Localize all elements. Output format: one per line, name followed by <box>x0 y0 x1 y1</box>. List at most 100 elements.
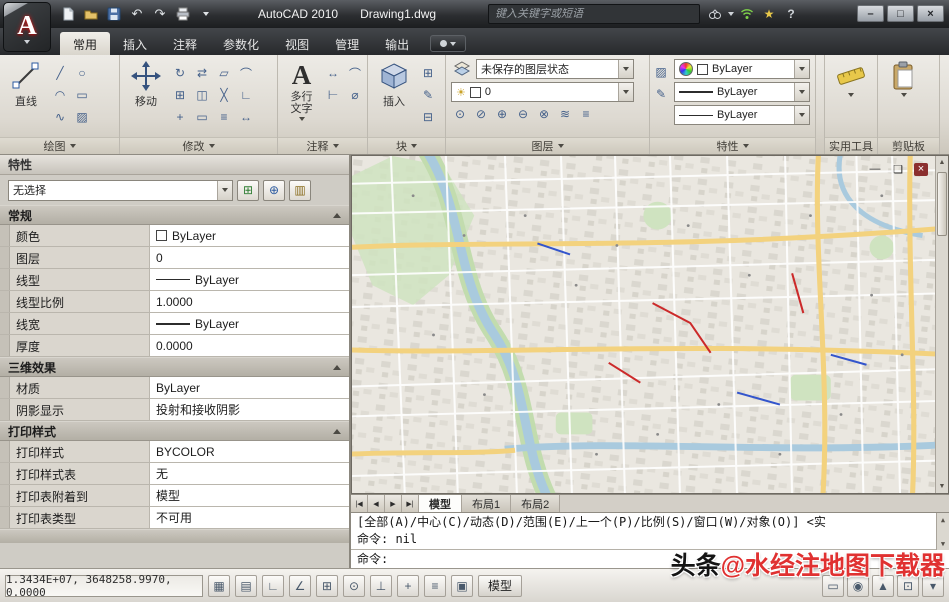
property-value[interactable]: ByLayer <box>150 377 349 398</box>
array-tool-button[interactable]: ⊞ <box>170 85 190 105</box>
status-menu-button[interactable]: ▾ <box>922 575 944 597</box>
layer-walk-button[interactable]: ≡ <box>577 105 595 123</box>
arc-tool-button[interactable]: ◠ <box>50 85 70 105</box>
select-objects-button[interactable]: ⊕ <box>263 180 285 201</box>
ducs-toggle[interactable]: ⊥ <box>370 575 392 597</box>
redo-button[interactable]: ↷ <box>150 5 170 23</box>
object-color-combo[interactable]: ByLayer <box>674 59 810 79</box>
layer-isolate-button[interactable]: ⊙ <box>451 105 469 123</box>
property-value[interactable]: 0.0000 <box>150 335 349 356</box>
edit-block-button[interactable]: ✎ <box>418 85 438 105</box>
toggle-pickadd-button[interactable]: ⊞ <box>237 180 259 201</box>
tab-model[interactable]: 模型 <box>419 495 462 512</box>
application-menu-button[interactable]: A <box>3 2 51 52</box>
tab-parametric[interactable]: 参数化 <box>210 32 272 55</box>
property-value[interactable]: BYCOLOR <box>150 441 349 462</box>
panel-modify-label[interactable]: 修改 <box>120 137 277 154</box>
lineweight-toggle[interactable]: ≡ <box>424 575 446 597</box>
move-tool-button[interactable]: 移动 <box>122 59 170 137</box>
layer-dropdown-button[interactable] <box>618 83 633 101</box>
stretch-tool-button[interactable]: ≡ <box>214 107 234 127</box>
panel-properties-label[interactable]: 特性 <box>650 137 815 154</box>
quick-properties-toggle[interactable]: ▣ <box>451 575 473 597</box>
trim-tool-button[interactable]: ∟ <box>236 85 256 105</box>
explode-tool-button[interactable]: ↔ <box>236 107 256 127</box>
property-value[interactable]: 无 <box>150 463 349 484</box>
property-value[interactable]: 不可用 <box>150 507 349 528</box>
tab-layout1[interactable]: 布局1 <box>462 495 511 512</box>
last-layout-button[interactable]: ▶| <box>402 495 419 512</box>
tab-insert[interactable]: 插入 <box>110 32 160 55</box>
grid-toggle[interactable]: ▤ <box>235 575 257 597</box>
property-value[interactable]: ByLayer <box>150 225 349 246</box>
help-button[interactable]: ? <box>782 5 800 23</box>
next-layout-button[interactable]: ▶ <box>385 495 402 512</box>
linetype-dropdown-button[interactable] <box>794 106 809 124</box>
section-general-header[interactable]: 常规 <box>0 205 349 225</box>
leader-button[interactable]: ⊢ <box>323 85 343 105</box>
extend-tool-button[interactable]: + <box>170 107 190 127</box>
save-button[interactable] <box>104 5 124 23</box>
layer-combo[interactable]: ☀ 0 <box>451 82 634 102</box>
drawing-canvas[interactable]: — ❏ × ▲ ▼ <box>351 155 949 494</box>
layer-state-dropdown-button[interactable] <box>618 60 633 78</box>
ribbon-minimize-button[interactable] <box>430 35 466 52</box>
fillet-tool-button[interactable]: ⌒ <box>236 63 256 83</box>
autoscale-button[interactable]: ◉ <box>847 575 869 597</box>
arc-dimension-button[interactable]: ⌒ <box>345 63 365 83</box>
selection-dropdown-button[interactable] <box>217 181 232 200</box>
favorites-button[interactable]: ★ <box>760 5 778 23</box>
document-restore-button[interactable]: ❏ <box>891 163 905 176</box>
spline-tool-button[interactable]: ∿ <box>50 107 70 127</box>
communication-center-button[interactable] <box>738 5 756 23</box>
otrack-toggle[interactable]: ⊙ <box>343 575 365 597</box>
coordinate-readout[interactable]: 1.3434E+07, 3648258.9970, 0.0000 <box>5 575 203 597</box>
panel-annotation-label[interactable]: 注释 <box>278 137 367 154</box>
document-minimize-button[interactable]: — <box>868 163 882 176</box>
polyline-tool-button[interactable]: ╱ <box>50 63 70 83</box>
panel-block-label[interactable]: 块 <box>368 137 445 154</box>
quick-select-button[interactable]: ▥ <box>289 180 311 201</box>
dyn-toggle[interactable]: + <box>397 575 419 597</box>
property-value[interactable]: 1.0000 <box>150 291 349 312</box>
panel-utilities-label[interactable]: 实用工具 <box>825 137 877 154</box>
rotate-tool-button[interactable]: ↻ <box>170 63 190 83</box>
osnap-toggle[interactable]: ⊞ <box>316 575 338 597</box>
lineweight-combo[interactable]: ByLayer <box>674 82 810 102</box>
section-3d-header[interactable]: 三维效果 <box>0 357 349 377</box>
layer-properties-button[interactable] <box>451 59 473 79</box>
diameter-dimension-button[interactable]: ⌀ <box>345 85 365 105</box>
property-value[interactable]: 投射和接收阴影 <box>150 399 349 420</box>
command-prompt[interactable]: 命令: <box>351 550 949 569</box>
scroll-down-arrow[interactable]: ▼ <box>936 480 948 493</box>
annotation-visibility-button[interactable]: ▭ <box>822 575 844 597</box>
layer-unisolate-button[interactable]: ⊘ <box>472 105 490 123</box>
ortho-toggle[interactable]: ∟ <box>262 575 284 597</box>
property-value[interactable]: 模型 <box>150 485 349 506</box>
match-properties-button[interactable]: ▨ <box>652 63 670 81</box>
panel-draw-label[interactable]: 绘图 <box>0 137 119 154</box>
property-value[interactable]: ByLayer <box>150 313 349 334</box>
vertical-scrollbar[interactable]: ▲ ▼ <box>935 156 948 493</box>
erase-tool-button[interactable]: ╳ <box>214 85 234 105</box>
mtext-tool-button[interactable]: A 多行文字 <box>280 59 323 137</box>
undo-button[interactable]: ↶ <box>127 5 147 23</box>
polar-toggle[interactable]: ∠ <box>289 575 311 597</box>
snap-toggle[interactable]: ▦ <box>208 575 230 597</box>
offset-tool-button[interactable]: ◫ <box>192 85 212 105</box>
scroll-down-arrow[interactable]: ▼ <box>937 537 949 550</box>
command-scrollbar[interactable]: ▲ ▼ <box>936 513 949 550</box>
linear-dimension-button[interactable]: ↔ <box>323 63 343 83</box>
first-layout-button[interactable]: |◀ <box>351 495 368 512</box>
plot-button[interactable] <box>173 5 193 23</box>
minimize-button[interactable]: – <box>857 5 884 22</box>
line-tool-button[interactable]: 直线 <box>2 59 50 137</box>
mirror-tool-button[interactable]: ⇄ <box>192 63 212 83</box>
scroll-up-arrow[interactable]: ▲ <box>937 513 949 526</box>
command-line-window[interactable]: [全部(A)/中心(C)/动态(D)/范围(E)/上一个(P)/比例(S)/窗口… <box>351 512 949 568</box>
tab-output[interactable]: 输出 <box>372 32 422 55</box>
search-input[interactable] <box>495 8 693 20</box>
palette-title[interactable]: 特性 <box>0 155 349 175</box>
annotation-scale-button[interactable]: ▲ <box>872 575 894 597</box>
hatch-tool-button[interactable]: ▨ <box>72 107 92 127</box>
